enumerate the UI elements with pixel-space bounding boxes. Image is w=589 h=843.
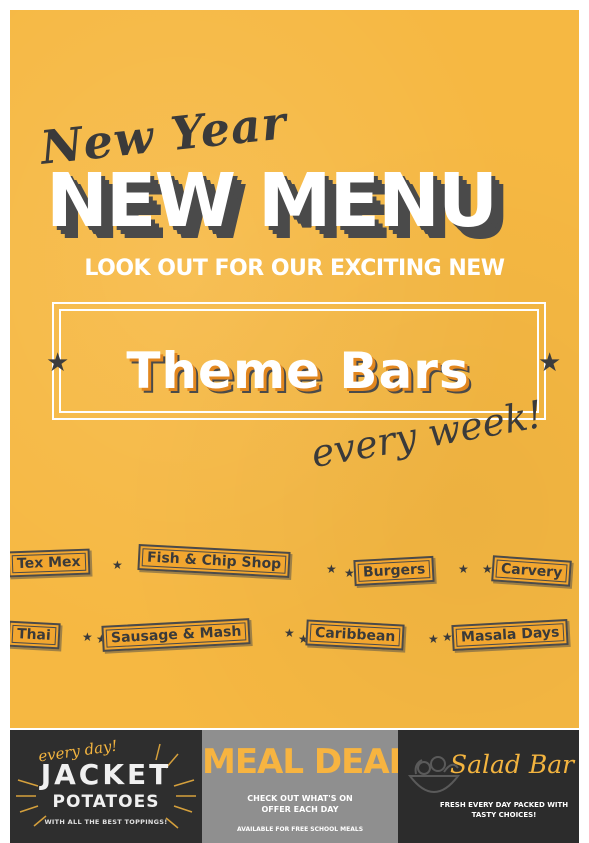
- star-icon: ★: [284, 626, 295, 640]
- star-icon: ★: [538, 348, 562, 378]
- theme-tag-tex-mex: Tex Mex: [10, 548, 90, 578]
- theme-tag-thai: Thai: [10, 620, 61, 650]
- poster: New Year NEW MENU LOOK OUT FOR OUR EXCIT…: [10, 10, 579, 728]
- salad-bar-panel: Salad Bar FRESH EVERY DAY PACKED WITH TA…: [398, 730, 579, 843]
- jacket-title: JACKET: [40, 758, 172, 791]
- salad-bar-title: Salad Bar: [450, 750, 575, 779]
- theme-tag-caribbean: Caribbean: [305, 619, 406, 651]
- star-icon: ★: [458, 562, 469, 576]
- star-icon: ★: [82, 630, 93, 644]
- star-icon: ★: [46, 348, 70, 378]
- meal-deal-panel: MEAL DEAL CHECK OUT WHAT'S ON OFFER EACH…: [202, 730, 398, 843]
- star-icon: ★: [326, 562, 337, 576]
- theme-tag-masala-days: Masala Days: [451, 618, 569, 652]
- theme-bars-title: Theme Bars: [126, 342, 470, 400]
- star-icon: ★: [112, 558, 123, 572]
- theme-tag-carvery: Carvery: [491, 555, 573, 587]
- theme-tag-fish-chip-shop: Fish & Chip Shop: [137, 544, 291, 578]
- star-icon: ★: [428, 632, 439, 646]
- theme-tag-burgers: Burgers: [353, 555, 435, 587]
- jacket-potatoes-panel: every day! JACKET POTATOES WITH ALL THE …: [10, 730, 202, 843]
- potatoes-title: POTATOES: [52, 792, 160, 812]
- theme-tag-sausage-mash: Sausage & Mash: [101, 618, 252, 652]
- meal-deal-check: CHECK OUT WHAT'S ON OFFER EACH DAY: [247, 794, 353, 814]
- new-menu-heading: NEW MENU: [46, 158, 498, 244]
- meal-deal-available: AVAILABLE FOR FREE SCHOOL MEALS: [236, 826, 364, 833]
- look-out-text: LOOK OUT FOR OUR EXCITING NEW: [84, 256, 505, 281]
- jacket-note: WITH ALL THE BEST TOPPINGS!: [44, 818, 168, 826]
- salad-bar-note: FRESH EVERY DAY PACKED WITH TASTY CHOICE…: [439, 801, 569, 819]
- meal-deal-title: MEAL DEAL: [202, 742, 398, 782]
- footer-panels: every day! JACKET POTATOES WITH ALL THE …: [10, 730, 579, 843]
